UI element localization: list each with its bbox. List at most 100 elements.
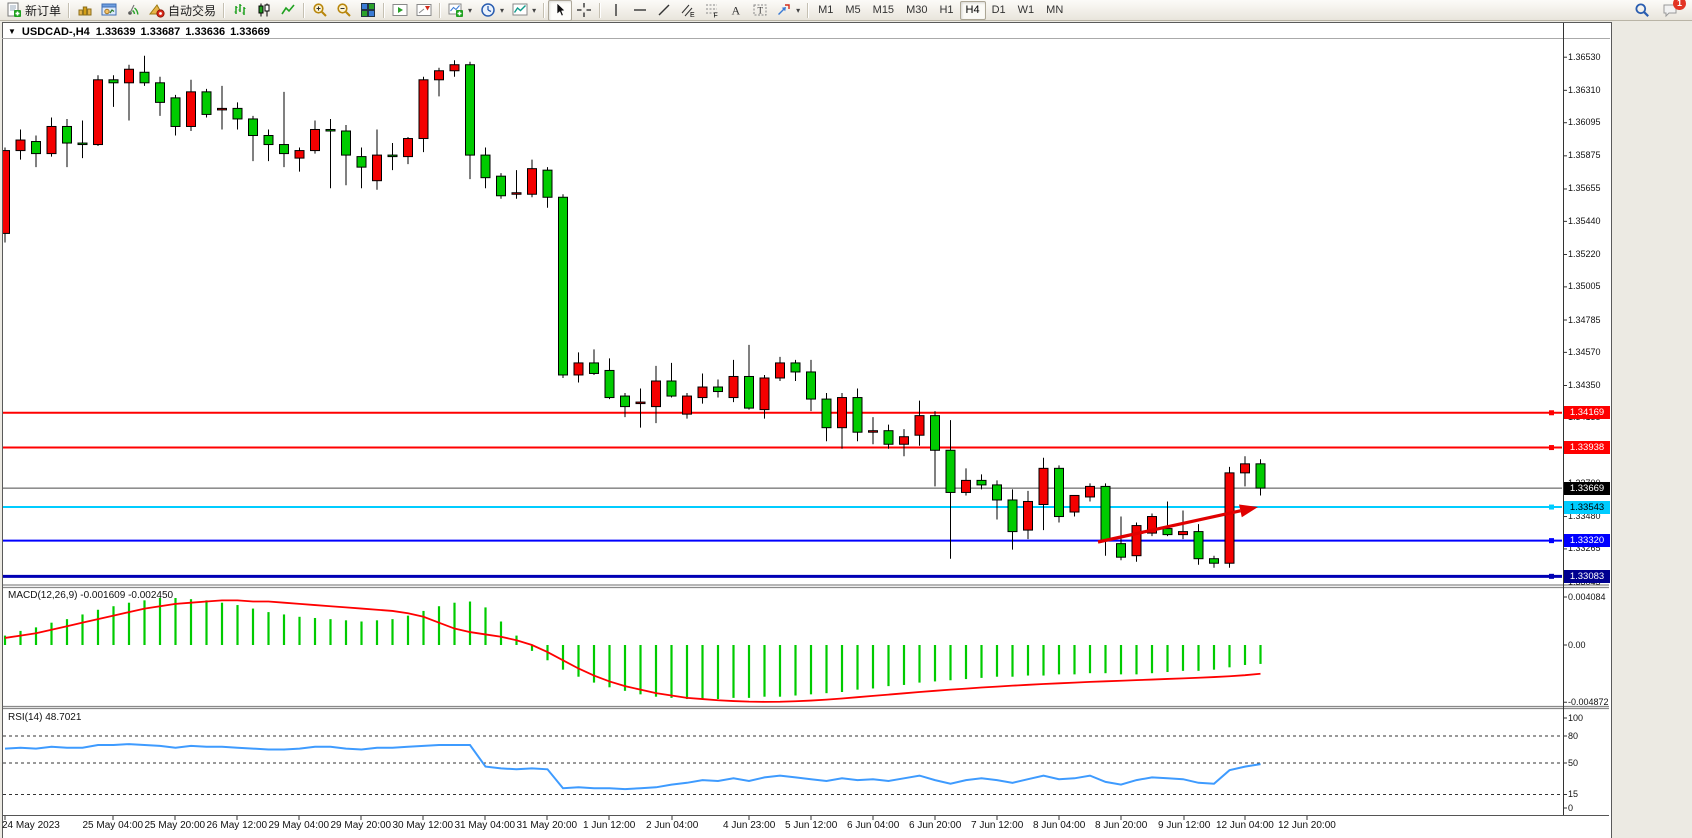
toolbar-arrows-button[interactable]: ▾ — [772, 0, 804, 21]
toolbar-separator — [543, 3, 545, 18]
bar-chart-type-icon — [232, 2, 248, 18]
top-toolbar: 新订单 自动交易 ▾ ▾ ▾ E F A T ▾ M1M5M15M30H1H4D1W1MN 1 — [0, 0, 1692, 21]
time-tick-label: 24 May 2023 — [2, 820, 60, 831]
autotrade-icon — [149, 2, 165, 18]
toolbar-chat-button[interactable]: 1 — [1658, 0, 1682, 21]
toolbar-auto-scroll-button[interactable] — [388, 0, 412, 21]
profiles-dropdown-caret-icon[interactable]: ▾ — [500, 6, 504, 15]
timeframe-w1-button[interactable]: W1 — [1012, 1, 1041, 20]
toolbar-cursor-button[interactable] — [548, 0, 572, 21]
toolbar-chart-shift-button[interactable] — [412, 0, 436, 21]
timeframe-h4-button[interactable]: H4 — [960, 1, 986, 20]
price-line-badge-1.33320: 1.33320 — [1564, 534, 1610, 547]
toolbar-fibonacci-button[interactable]: F — [700, 0, 724, 21]
toolbar-horizontal-line-button[interactable] — [628, 0, 652, 21]
price-tick-1.35220: 1.35220 — [1568, 249, 1601, 259]
timeframe-d1-button[interactable]: D1 — [986, 1, 1012, 20]
toolbar-autotrade-button[interactable]: 自动交易 — [145, 0, 220, 21]
timeframe-mn-button[interactable]: MN — [1040, 1, 1069, 20]
price-tick-1.34570: 1.34570 — [1568, 347, 1601, 357]
toolbar-vertical-line-button[interactable] — [604, 0, 628, 21]
toolbar-zoom-out-button[interactable] — [332, 0, 356, 21]
timeframe-m30-button[interactable]: M30 — [900, 1, 933, 20]
toolbar-new-chart-button[interactable]: ▾ — [444, 0, 476, 21]
toolbar-tile-windows-button[interactable] — [356, 0, 380, 21]
toolbar-separator — [807, 3, 809, 18]
toolbar-autotrade-label: 自动交易 — [168, 2, 216, 19]
tile-windows-icon — [360, 2, 376, 18]
toolbar-crosshair-button[interactable] — [572, 0, 596, 21]
toolbar-text-button[interactable]: A — [724, 0, 748, 21]
text-icon: A — [728, 2, 744, 18]
rsi-tick-80: 80 — [1568, 731, 1578, 741]
svg-text:T: T — [758, 6, 764, 16]
time-tick-label: 4 Jun 23:00 — [723, 820, 775, 831]
trend-line-icon — [656, 2, 672, 18]
rsi-value: 48.7021 — [45, 712, 81, 723]
timeframe-m5-button[interactable]: M5 — [839, 1, 866, 20]
rsi-tick-15: 15 — [1568, 789, 1578, 799]
price-line-badge-1.33938: 1.33938 — [1564, 441, 1610, 454]
text-label-icon: T — [752, 2, 768, 18]
price-line-badge-1.33083: 1.33083 — [1564, 570, 1610, 583]
new-chart-dropdown-caret-icon[interactable]: ▾ — [468, 6, 472, 15]
price-tick-1.36310: 1.36310 — [1568, 85, 1601, 95]
new-chart-icon — [448, 2, 464, 18]
time-tick-label: 31 May 20:00 — [517, 820, 578, 831]
toolbar-profiles-button[interactable]: ▾ — [476, 0, 508, 21]
arrows-dropdown-caret-icon[interactable]: ▾ — [796, 6, 800, 15]
auto-scroll-icon — [392, 2, 408, 18]
timeframe-m1-button[interactable]: M1 — [812, 1, 839, 20]
indicators-dropdown-caret-icon[interactable]: ▾ — [532, 6, 536, 15]
collapse-triangle-icon[interactable]: ▼ — [8, 27, 16, 36]
chart-title: ▼ USDCAD-,H4 1.33639 1.33687 1.33636 1.3… — [8, 25, 270, 38]
toolbar-new-order-button[interactable]: 新订单 — [2, 0, 65, 21]
arrows-icon — [776, 2, 792, 18]
toolbar-buttons: 新订单 自动交易 ▾ ▾ ▾ E F A T ▾ M1M5M15M30H1H4D1W1MN — [2, 0, 1069, 21]
crosshair-icon — [576, 2, 592, 18]
metatrader-workspace: { "toolbar": { "groups": [ {"items":[{"n… — [0, 0, 1692, 838]
time-tick-label: 1 Jun 12:00 — [583, 820, 635, 831]
rsi-tick-50: 50 — [1568, 758, 1578, 768]
toolbar-trend-line-button[interactable] — [652, 0, 676, 21]
zoom-out-icon — [336, 2, 352, 18]
toolbar-bar-chart-type-button[interactable] — [228, 0, 252, 21]
indicators-icon — [512, 2, 528, 18]
toolbar-navigator-button[interactable] — [121, 0, 145, 21]
rsi-pane — [3, 736, 1562, 795]
toolbar-separator — [68, 3, 70, 18]
price-tick-1.35875: 1.35875 — [1568, 150, 1601, 160]
timeframe-m15-button[interactable]: M15 — [867, 1, 900, 20]
toolbar-data-window-button[interactable] — [97, 0, 121, 21]
svg-text:F: F — [714, 13, 718, 19]
ohlc-open: 1.33639 — [96, 26, 136, 38]
time-tick-label: 2 Jun 04:00 — [646, 820, 698, 831]
chart-shift-icon — [416, 2, 432, 18]
time-tick-label: 31 May 04:00 — [455, 820, 516, 831]
macd-tick--0.004872: -0.004872 — [1568, 697, 1609, 707]
toolbar-candle-chart-type-button[interactable] — [252, 0, 276, 21]
toolbar-equidistant-channel-button[interactable]: E — [676, 0, 700, 21]
toolbar-search-button[interactable] — [1630, 0, 1654, 21]
toolbar-line-chart-type-button[interactable] — [276, 0, 300, 21]
price-tick-1.34350: 1.34350 — [1568, 380, 1601, 390]
toolbar-text-label-button[interactable]: T — [748, 0, 772, 21]
horizontal-line-icon — [632, 2, 648, 18]
toolbar-separator — [223, 3, 225, 18]
time-tick-label: 12 Jun 20:00 — [1278, 820, 1336, 831]
chart-symbol-timeframe: USDCAD-,H4 — [22, 26, 90, 38]
timeframe-h1-button[interactable]: H1 — [933, 1, 959, 20]
macd-tick-0.004084: 0.004084 — [1568, 592, 1606, 602]
macd-pane — [5, 598, 1261, 702]
toolbar-indicators-button[interactable]: ▾ — [508, 0, 540, 21]
toolbar-zoom-in-button[interactable] — [308, 0, 332, 21]
chart-shift-marker[interactable] — [1213, 28, 1223, 34]
macd-value-main: -0.001609 — [80, 590, 125, 601]
current-price-badge: 1.33669 — [1564, 482, 1610, 495]
price-line-badge-1.33543: 1.33543 — [1564, 501, 1610, 514]
cursor-icon — [552, 2, 568, 18]
price-tick-1.36530: 1.36530 — [1568, 52, 1601, 62]
chart-canvas[interactable] — [0, 0, 1692, 838]
toolbar-market-watch-button[interactable] — [73, 0, 97, 21]
notification-badge: 1 — [1673, 0, 1686, 10]
